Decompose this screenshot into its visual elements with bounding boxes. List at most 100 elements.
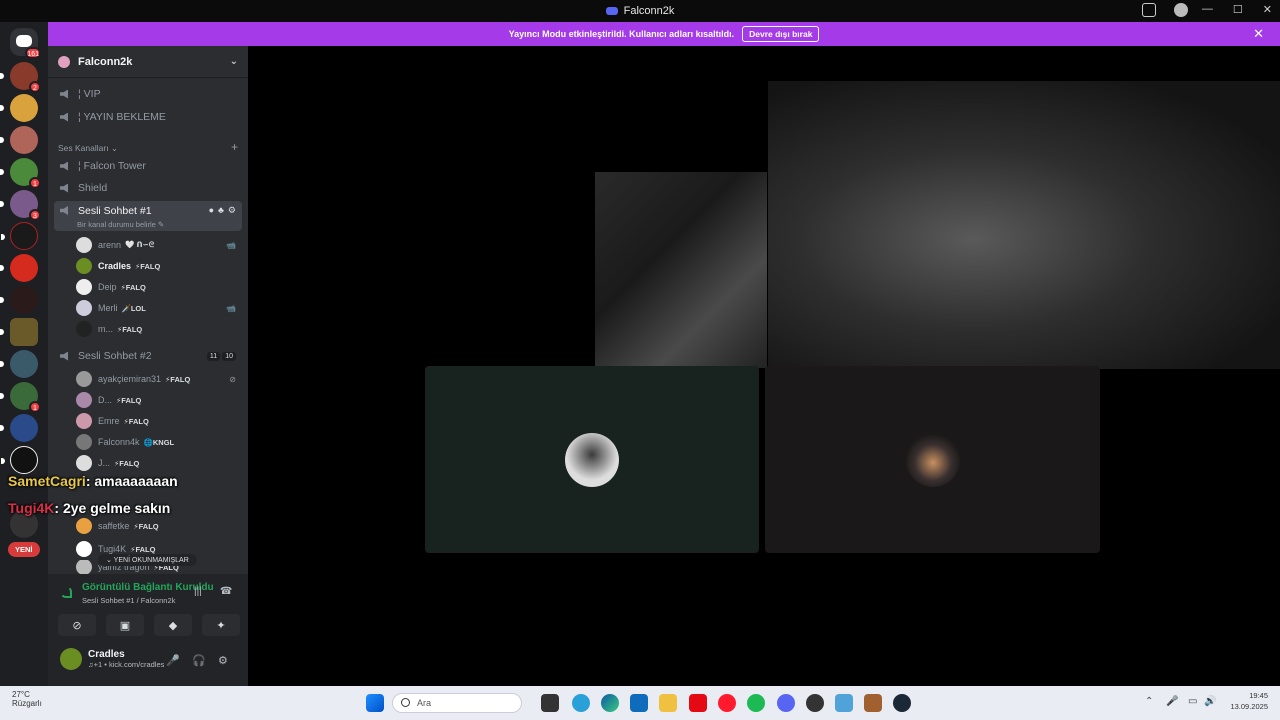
microphone-tray-icon[interactable]: 🎤 (1166, 696, 1178, 707)
weather-widget[interactable]: 27°C Rüzgarlı (12, 690, 42, 708)
file-explorer-icon[interactable] (659, 694, 677, 712)
taskbar: 27°C Rüzgarlı Ara ⌃ 🎤 ▭ 🔊 19:45 13.09.20… (0, 686, 1280, 720)
voice-channel-icon (60, 89, 68, 99)
close-window-button[interactable]: ✕ (1263, 3, 1272, 16)
telegram-icon[interactable] (572, 694, 590, 712)
channel-vip[interactable]: ¦ VIP (54, 84, 242, 104)
maximize-button[interactable]: ☐ (1233, 3, 1243, 16)
server-icon[interactable] (0, 318, 38, 346)
inbox-icon[interactable] (1142, 3, 1156, 17)
server-icon[interactable] (0, 286, 38, 314)
invite-icon[interactable]: ♣ (218, 205, 224, 216)
microphone-icon[interactable]: 🎤 (166, 654, 180, 667)
user-panel[interactable]: Cradles ♫+1 • kick.com/cradles (60, 648, 164, 670)
voice-member[interactable]: J... ⚡FALQ (76, 453, 242, 473)
user-count: 11 (206, 351, 221, 361)
noise-suppression-icon[interactable]: ||| (194, 586, 202, 597)
channel-falcon-tower[interactable]: ¦ Falcon Tower (54, 156, 242, 176)
camera-off-button[interactable]: ⊘ (58, 614, 96, 636)
server-icon[interactable]: 1 (0, 158, 41, 189)
steam-icon[interactable] (893, 694, 911, 712)
new-unreads-pill[interactable]: ⌄ YENİ OKUNMAMIŞLAR (98, 554, 197, 566)
channel-status[interactable]: Bir kanal durumu belirle ✎ (77, 220, 164, 229)
search-icon (401, 698, 410, 707)
new-badge[interactable]: YENİ (8, 542, 40, 557)
app-icon[interactable] (835, 694, 853, 712)
chat-username: SametCagri (8, 473, 86, 489)
tray-expand-icon[interactable]: ⌃ (1145, 696, 1153, 707)
avatar (76, 541, 92, 557)
voice-member[interactable]: Falconn4k 🌐KNGL (76, 432, 242, 452)
server-icon[interactable] (1, 446, 38, 474)
chat-icon[interactable]: ● (209, 205, 214, 216)
video-tile[interactable] (425, 366, 759, 553)
settings-gear-icon[interactable]: ⚙ (228, 205, 236, 216)
disconnect-icon[interactable]: ☎ (220, 586, 232, 597)
voice-member[interactable]: saffetke ⚡FALQ (76, 516, 242, 536)
server-icon[interactable] (0, 254, 38, 282)
activity-button[interactable]: ◆ (154, 614, 192, 636)
connection-signal-icon[interactable] (60, 586, 72, 598)
user-settings-gear-icon[interactable]: ⚙ (218, 654, 228, 667)
video-tile[interactable] (765, 366, 1100, 553)
close-banner-icon[interactable]: ✕ (1253, 26, 1264, 42)
server-icon[interactable]: 3 (0, 190, 41, 221)
add-channel-icon[interactable]: + (231, 140, 238, 154)
spotify-icon[interactable] (747, 694, 765, 712)
video-tile[interactable] (768, 81, 1280, 369)
voice-member[interactable]: Deip ⚡FALQ (76, 277, 242, 297)
avatar (76, 258, 92, 274)
discord-icon[interactable] (777, 694, 795, 712)
channel-shield[interactable]: Shield (54, 178, 242, 198)
voice-member[interactable]: Cradles ⚡FALQ (76, 256, 242, 276)
channel-yayin-bekleme[interactable]: ¦ YAYIN BEKLEME (54, 107, 242, 127)
disable-streamer-mode-button[interactable]: Devre dışı bırak (742, 26, 820, 42)
app-icon[interactable] (806, 694, 824, 712)
avatar (905, 432, 960, 487)
server-icon[interactable]: 1 (0, 382, 41, 413)
clock[interactable]: 19:45 13.09.2025 (1230, 690, 1268, 712)
soundboard-button[interactable]: ✦ (202, 614, 240, 636)
opera-icon[interactable] (718, 694, 736, 712)
minimize-button[interactable]: — (1202, 3, 1213, 16)
taskbar-search[interactable]: Ara (392, 693, 522, 713)
channel-label: ¦ YAYIN BEKLEME (78, 111, 166, 123)
game-icon[interactable] (864, 694, 882, 712)
headphones-icon[interactable]: 🎧 (192, 654, 206, 667)
server-icon[interactable] (1, 222, 38, 250)
task-view-icon[interactable] (541, 694, 559, 712)
voice-member[interactable]: m... ⚡FALQ (76, 319, 242, 339)
user-limit: 10 (222, 351, 236, 361)
voice-category-label[interactable]: Ses Kanalları ⌄ (58, 143, 118, 154)
chevron-down-icon: ⌄ (229, 56, 238, 67)
voice-member[interactable]: ayakçiemiran31 ⚡FALQ ⊘ (76, 369, 242, 389)
home-button[interactable]: 161 (10, 28, 41, 59)
voice-member[interactable]: arenn 🤍 ᑎ∽ᘓ 📹 (76, 235, 242, 255)
voice-member[interactable]: Merli 🗡️LOL 📹 (76, 298, 242, 318)
netflix-icon[interactable] (689, 694, 707, 712)
video-tile[interactable] (595, 172, 767, 368)
muted-icon: ⊘ (229, 374, 236, 384)
voice-member[interactable]: D... ⚡FALQ (76, 390, 242, 410)
voice-connected-channel[interactable]: Sesli Sohbet #1 / Falconn2k (82, 596, 175, 605)
voice-member[interactable]: Emre ⚡FALQ (76, 411, 242, 431)
server-icon[interactable] (0, 94, 38, 122)
share-screen-button[interactable]: ▣ (106, 614, 144, 636)
edge-icon[interactable] (601, 694, 619, 712)
avatar (76, 279, 92, 295)
avatar (76, 518, 92, 534)
outlook-icon[interactable] (630, 694, 648, 712)
server-icon[interactable] (0, 126, 38, 154)
help-icon[interactable] (1174, 3, 1188, 17)
network-icon[interactable]: ▭ (1188, 696, 1197, 707)
server-icon[interactable]: 2 (0, 62, 41, 93)
server-icon[interactable] (0, 414, 38, 442)
volume-icon[interactable]: 🔊 (1204, 696, 1216, 707)
discord-home-icon (16, 35, 32, 47)
channel-sesli-sohbet-2[interactable]: Sesli Sohbet #2 11 10 (54, 346, 242, 366)
avatar (60, 648, 82, 670)
server-header[interactable]: Falconn2k ⌄ (48, 46, 248, 78)
server-icon[interactable] (0, 350, 38, 378)
avatar (76, 321, 92, 337)
windows-start-icon[interactable] (366, 694, 384, 712)
